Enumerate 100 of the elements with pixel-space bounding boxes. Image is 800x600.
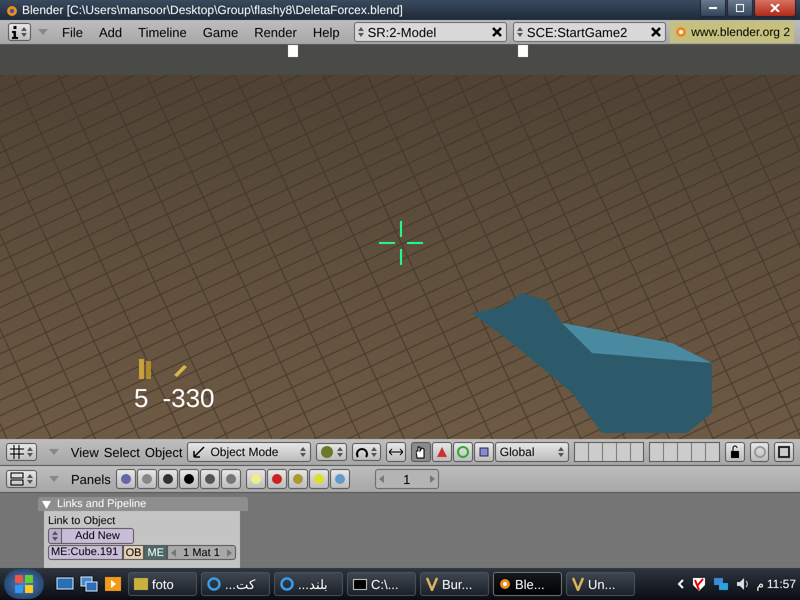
close-button[interactable]	[754, 0, 796, 17]
maximize-icon	[736, 4, 744, 12]
taskbar-button[interactable]: Bur...	[420, 572, 489, 596]
spinner-arrows-icon	[52, 531, 58, 541]
minimize-button[interactable]	[700, 0, 726, 17]
mesh-name-field[interactable]: ME:Cube.191	[48, 545, 123, 560]
context-icon	[140, 473, 153, 485]
window-title: Blender [C:\Users\mansoor\Desktop\Group\flashy8\DeletaForcex.blend]	[22, 3, 404, 17]
hand-tool-button[interactable]	[410, 442, 431, 462]
spinner-arrows-icon	[27, 447, 33, 457]
shield-icon[interactable]	[690, 576, 707, 592]
close-icon	[770, 4, 780, 12]
manipulator-button[interactable]	[386, 442, 406, 462]
spinner-arrows-icon	[27, 474, 33, 484]
brush-icon	[426, 577, 438, 591]
context-icon	[204, 473, 216, 485]
context-button[interactable]	[158, 469, 178, 489]
close-icon[interactable]	[490, 26, 503, 38]
window-type-button[interactable]	[8, 23, 31, 41]
layer-buttons[interactable]	[649, 442, 720, 462]
maximize-button[interactable]	[727, 0, 753, 17]
spinner-arrows-icon	[358, 27, 364, 37]
network-icon[interactable]	[712, 576, 729, 592]
taskbar-button[interactable]: كت...	[201, 572, 270, 596]
triangle-icon	[436, 446, 448, 458]
menu-item[interactable]: Object	[144, 444, 182, 460]
spinner-button[interactable]	[48, 528, 62, 544]
menu-item[interactable]: Add	[90, 24, 130, 40]
spinner-arrows-icon	[21, 27, 27, 37]
browser-icon	[280, 577, 294, 591]
chevron-icon[interactable]	[676, 579, 685, 589]
bullet-icon	[172, 363, 188, 377]
pivot-button[interactable]	[352, 443, 382, 461]
close-icon[interactable]	[650, 26, 662, 38]
picture-icon	[777, 445, 792, 459]
context-button[interactable]	[178, 469, 199, 489]
menu-item[interactable]: Select	[104, 444, 140, 460]
link-toggle[interactable]: OB	[122, 545, 144, 560]
media-player-icon[interactable]	[104, 576, 122, 592]
taskbar-button[interactable]: foto	[128, 572, 197, 596]
taskbar-button[interactable]: C:\...	[347, 572, 416, 596]
menu-item[interactable]: File	[54, 24, 91, 40]
hand-icon	[416, 446, 426, 458]
menu-item[interactable]: Game	[194, 24, 246, 40]
panels-label: Panels	[71, 472, 111, 486]
windows-icon[interactable]	[80, 576, 98, 592]
shading-icon	[292, 473, 304, 485]
context-icon	[162, 473, 174, 485]
shading-button[interactable]	[266, 469, 287, 489]
clock[interactable]: 11:57 م	[756, 577, 796, 591]
add-new-button[interactable]: Add New	[62, 528, 134, 544]
menu-item[interactable]: View	[70, 444, 99, 460]
taskbar-button[interactable]: Un...	[566, 572, 635, 596]
shading-icon	[312, 473, 325, 485]
context-icon	[224, 473, 237, 485]
editor-type-button[interactable]	[6, 470, 37, 488]
panel-toggle-icon[interactable]	[42, 500, 51, 508]
link-label: Link to Object	[48, 515, 116, 527]
speaker-icon[interactable]	[734, 576, 751, 592]
taskbar-button[interactable]: بلند...	[274, 572, 343, 596]
scene-selector[interactable]: SCE:StartGame2	[512, 22, 666, 42]
axes-icon	[192, 445, 206, 459]
layer-buttons[interactable]	[574, 442, 644, 462]
website-link[interactable]: www.blender.org 2	[670, 21, 794, 43]
editor-type-button[interactable]	[6, 443, 37, 461]
mode-dropdown[interactable]: Object Mode	[187, 442, 312, 462]
shading-button[interactable]	[330, 469, 350, 489]
menu-item[interactable]: Render	[246, 24, 305, 40]
start-button[interactable]	[4, 569, 44, 599]
scale-button[interactable]	[474, 442, 494, 462]
double-arrow-icon	[388, 447, 403, 457]
context-icon	[120, 473, 132, 485]
ammo-count: 5	[134, 383, 148, 414]
windows-logo-icon	[15, 575, 33, 593]
render-button[interactable]	[774, 442, 794, 462]
shading-button[interactable]	[288, 469, 308, 489]
link-toggle[interactable]: ME	[144, 545, 167, 560]
desktop-icon[interactable]	[56, 576, 74, 592]
orientation-dropdown[interactable]: Global	[494, 442, 569, 462]
spinner-arrows-icon	[558, 447, 564, 457]
spinner-arrows-icon	[300, 447, 306, 457]
lock-button[interactable]	[725, 442, 745, 462]
link-button[interactable]	[750, 442, 770, 462]
menu-item[interactable]: Timeline	[130, 24, 195, 40]
square-icon	[478, 447, 489, 457]
menu-item[interactable]: Help	[304, 24, 348, 40]
taskbar-button[interactable]: Ble...	[493, 572, 562, 596]
context-icon	[182, 473, 195, 485]
screen-selector[interactable]: SR:2-Model	[354, 22, 507, 42]
translate-button[interactable]	[432, 442, 452, 462]
grid-icon	[10, 445, 24, 459]
pivot-icon	[356, 446, 368, 458]
stacked-panels-icon	[10, 472, 24, 486]
browser-icon	[207, 577, 221, 591]
draw-type-button[interactable]	[316, 443, 348, 461]
shading-button[interactable]	[308, 469, 329, 489]
crosshair-icon	[377, 219, 425, 267]
shading-button[interactable]	[246, 469, 266, 489]
ammo-reserve: -330	[162, 383, 215, 414]
rotate-button[interactable]	[452, 442, 473, 462]
